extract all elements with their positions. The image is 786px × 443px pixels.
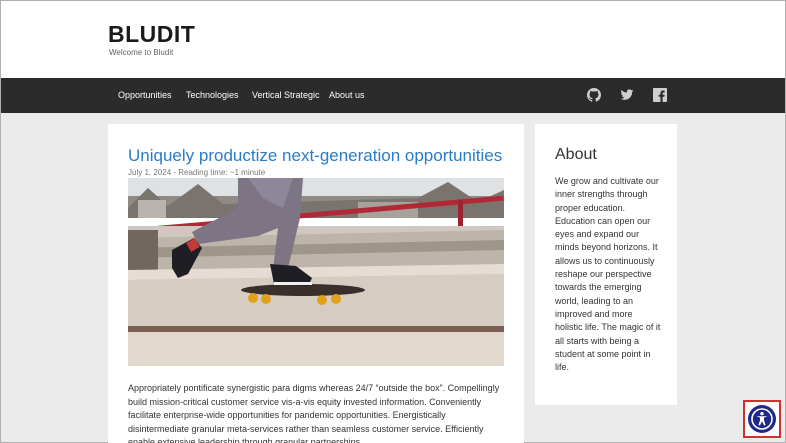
post-title[interactable]: Uniquely productize next-generation oppo… (128, 146, 502, 166)
twitter-icon[interactable] (620, 88, 634, 102)
site-header: BLUDIT Welcome to Bludit (1, 1, 785, 78)
accessibility-widget (743, 400, 781, 438)
site-slogan: Welcome to Bludit (109, 48, 174, 57)
nav-item-technologies[interactable]: Technologies (186, 90, 239, 100)
site-title[interactable]: BLUDIT (108, 21, 195, 48)
sidebar-about-card: About We grow and cultivate our inner st… (535, 124, 677, 405)
sidebar-title: About (555, 146, 597, 163)
navbar: Opportunities Technologies Vertical Stra… (1, 78, 785, 113)
post-image (128, 178, 504, 366)
post-card: Uniquely productize next-generation oppo… (108, 124, 524, 443)
nav-item-opportunities[interactable]: Opportunities (118, 90, 172, 100)
nav-item-about-us[interactable]: About us (329, 90, 365, 100)
sidebar-text: We grow and cultivate our inner strength… (555, 176, 661, 373)
post-body: Appropriately pontificate synergistic pa… (128, 383, 500, 443)
accessibility-icon (748, 405, 776, 433)
github-icon[interactable] (587, 88, 601, 102)
nav-item-vertical-strategic[interactable]: Vertical Strategic (252, 90, 320, 100)
post-meta: July 1, 2024 - Reading time: ~1 minute (128, 168, 266, 177)
facebook-icon[interactable] (653, 88, 667, 102)
accessibility-button[interactable] (748, 405, 776, 433)
